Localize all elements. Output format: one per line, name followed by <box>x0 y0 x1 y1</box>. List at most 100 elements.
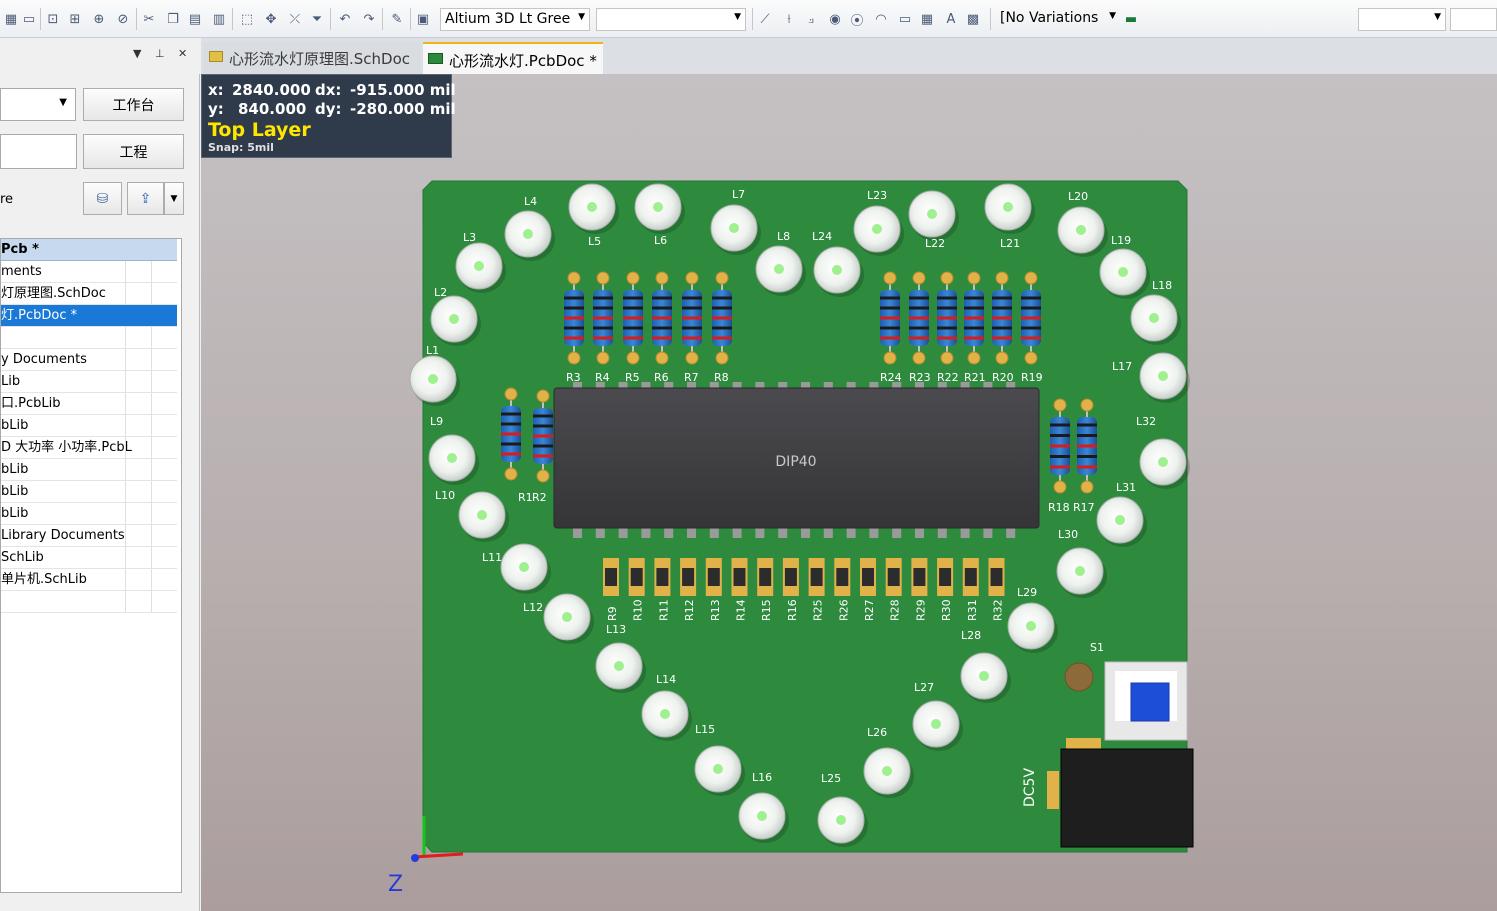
undo-icon[interactable]: ↶ <box>336 10 354 28</box>
hud-dx-label: dx: <box>315 81 342 99</box>
tab-schdoc[interactable]: 心形流水灯原理图.SchDoc <box>203 42 421 74</box>
extra-dropdown[interactable]: ▼ <box>1358 8 1446 31</box>
workspace-combo[interactable]: ▼ <box>0 88 76 121</box>
open-project-icon[interactable]: ▦ <box>2 10 20 28</box>
resistor-pad <box>626 351 640 365</box>
column-divider <box>125 481 126 502</box>
layer-dropdown[interactable]: ▼ <box>596 8 746 31</box>
resistor-pad <box>883 271 897 285</box>
tree-item[interactable]: bLib <box>1 503 177 525</box>
route-icon[interactable]: ✎ <box>388 10 406 28</box>
copy-icon[interactable]: ❐ <box>164 10 182 28</box>
resistor-band <box>1077 465 1097 469</box>
toolbar-separator <box>136 8 137 30</box>
cut-icon[interactable]: ✂ <box>140 10 158 28</box>
multi-route-icon[interactable]: ⟓ <box>802 10 820 28</box>
tree-item[interactable]: y Documents <box>1 349 177 371</box>
select-area-icon[interactable]: ⬚ <box>238 10 256 28</box>
view-config-dropdown[interactable]: Altium 3D Lt Gree ▼ <box>440 8 590 31</box>
zoom-filter-icon[interactable]: ⊘ <box>114 10 132 28</box>
move-icon[interactable]: ✥ <box>262 10 280 28</box>
interactive-route-icon[interactable]: ⟋ <box>756 10 774 28</box>
tree-project-header[interactable]: Pcb * <box>1 239 177 261</box>
rubber-stamp-icon[interactable]: ▥ <box>210 10 228 28</box>
resistor-band <box>1021 316 1041 320</box>
resistor-band <box>623 306 643 310</box>
schematic-icon <box>209 51 223 62</box>
board-icon[interactable]: ▬ <box>1122 10 1140 28</box>
project-button[interactable]: 工程 <box>83 134 184 169</box>
led-core <box>836 815 846 825</box>
tree-item[interactable]: Library Documents <box>1 525 177 547</box>
export-dropdown-icon[interactable]: ▼ <box>164 182 184 215</box>
zoom-area-icon[interactable]: ⊞ <box>66 10 84 28</box>
via-icon[interactable]: ⦿ <box>848 10 866 29</box>
toolbar-separator <box>410 8 411 30</box>
hud-dy-value: -280.000 mil <box>350 100 456 118</box>
resistor-band <box>964 316 984 320</box>
close-icon[interactable]: ✕ <box>178 47 187 60</box>
export-icon[interactable]: ⇪ <box>127 182 164 215</box>
tree-item[interactable] <box>1 591 177 613</box>
tree-item[interactable]: bLib <box>1 459 177 481</box>
clear-filter-icon[interactable]: ⏷ <box>308 10 326 28</box>
tree-item[interactable]: 单片机.SchLib <box>1 569 177 591</box>
column-divider <box>151 283 152 304</box>
hud-layer: Top Layer <box>208 119 311 141</box>
view-config-icon[interactable]: ▣ <box>414 10 432 28</box>
z-axis-label: Z <box>388 872 403 897</box>
tab-pcbdoc[interactable]: 心形流水灯.PcbDoc * <box>423 42 603 74</box>
open-folder-icon[interactable]: ▭ <box>20 10 38 28</box>
deselect-icon[interactable]: ⤫ <box>286 10 304 28</box>
tab-label: 心形流水灯.PcbDoc * <box>449 52 597 70</box>
polygon-icon[interactable]: ▦ <box>918 10 936 28</box>
file-view-icon[interactable]: ⛁ <box>83 182 122 215</box>
string-icon[interactable]: A <box>942 10 960 28</box>
resistor-band <box>937 296 957 300</box>
toolbar-separator <box>232 8 233 30</box>
column-divider <box>151 591 152 612</box>
paste-icon[interactable]: ▤ <box>186 10 204 28</box>
resistor-band <box>501 442 521 446</box>
tree-item[interactable]: SchLib <box>1 547 177 569</box>
tree-item[interactable]: 口.PcbLib <box>1 393 177 415</box>
panel-menu-icon[interactable]: ▼ <box>133 47 141 60</box>
resistor-pad <box>1080 398 1094 412</box>
column-divider <box>151 547 152 568</box>
project-combo[interactable] <box>0 134 77 169</box>
tree-item[interactable]: bLib <box>1 415 177 437</box>
resistor-label: R18 <box>1048 501 1070 514</box>
zoom-selected-icon[interactable]: ⊕ <box>90 10 108 28</box>
led-core <box>1076 225 1086 235</box>
redo-icon[interactable]: ↷ <box>360 10 378 28</box>
tree-item[interactable]: ments <box>1 261 177 283</box>
led-core <box>1003 202 1013 212</box>
pin-icon[interactable]: ⊥ <box>155 47 165 60</box>
fill-icon[interactable]: ▭ <box>896 10 914 28</box>
tree-item[interactable]: 灯.PcbDoc * <box>1 305 177 327</box>
pad-icon[interactable]: ◉ <box>826 10 844 28</box>
resistor-band <box>682 336 702 340</box>
tree-item[interactable]: Lib <box>1 371 177 393</box>
x-axis <box>413 852 464 859</box>
resistor-band <box>964 306 984 310</box>
tree-item[interactable]: bLib <box>1 481 177 503</box>
variations-dropdown[interactable]: [No Variations ▼ <box>996 8 1120 31</box>
resistor-pad <box>1053 398 1067 412</box>
pcb-3d-viewport[interactable]: Z L1 L2 L3 L4 L5 L6 L7 L8 L9 L10 L11 L12 L13 L14 L15 L16… <box>201 74 1497 911</box>
zoom-fit-icon[interactable]: ⊡ <box>44 10 62 28</box>
diff-pair-route-icon[interactable]: ⟊ <box>780 10 798 28</box>
tree-item[interactable]: 灯原理图.SchDoc <box>1 283 177 305</box>
extra-field[interactable] <box>1450 8 1497 31</box>
smd-label: R25 <box>812 599 825 621</box>
resistor-pad <box>940 271 954 285</box>
component-icon[interactable]: ▩ <box>964 10 982 28</box>
arc-icon[interactable]: ◠ <box>872 10 890 28</box>
main-toolbar: ▦ ▭ ⊡ ⊞ ⊕ ⊘ ✂ ❐ ▤ ▥ ⬚ ✥ ⤫ ⏷ ↶ ↷ ✎ ▣ Alti… <box>0 0 1497 38</box>
tree-item[interactable] <box>1 327 177 349</box>
document-tabs: 心形流水灯原理图.SchDoc 心形流水灯.PcbDoc * <box>201 38 1497 74</box>
workspace-button[interactable]: 工作台 <box>83 88 184 121</box>
tree-item[interactable]: D 大功率 小功率.PcbL <box>1 437 177 459</box>
tree-item-label: ments <box>1 264 42 279</box>
resistor-band <box>1050 423 1070 427</box>
